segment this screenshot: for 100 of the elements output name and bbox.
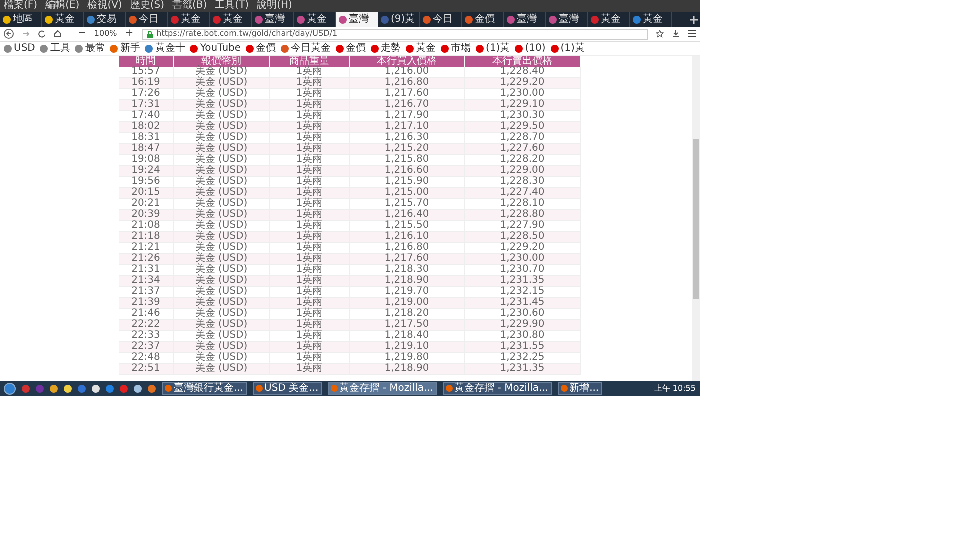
menu-item[interactable]: 編輯(E) xyxy=(46,0,80,12)
table-cell: 1,218.30 xyxy=(350,265,465,275)
table-cell: 美金 (USD) xyxy=(174,210,270,220)
table-cell: 美金 (USD) xyxy=(174,177,270,187)
bookmark-item[interactable]: 走勢 xyxy=(371,42,402,55)
browser-tab[interactable]: 臺灣 xyxy=(336,12,378,27)
home-icon[interactable] xyxy=(54,30,62,38)
table-cell: 1,217.10 xyxy=(350,122,465,132)
table-cell: 1英兩 xyxy=(270,177,350,187)
menu-icon[interactable] xyxy=(688,30,696,38)
table-cell: 1,230.00 xyxy=(465,254,581,264)
bookmark-item[interactable]: 新手 xyxy=(110,42,140,55)
table-cell: 1英兩 xyxy=(270,210,350,220)
bookmark-item[interactable]: 工具 xyxy=(40,42,70,55)
table-cell: 1,218.90 xyxy=(350,364,465,374)
table-cell: 1,216.80 xyxy=(350,243,465,253)
table-cell: 美金 (USD) xyxy=(174,320,270,330)
zoom-out-button[interactable]: − xyxy=(78,28,86,40)
table-cell: 1英兩 xyxy=(270,331,350,341)
zoom-in-button[interactable]: + xyxy=(125,28,134,40)
back-icon[interactable] xyxy=(4,29,14,39)
table-cell: 21:37 xyxy=(119,287,174,297)
tab-title: 黃金 xyxy=(643,14,663,26)
table-cell: 美金 (USD) xyxy=(174,199,270,209)
table-cell: 美金 (USD) xyxy=(174,188,270,198)
menu-item[interactable]: 工具(T) xyxy=(215,0,250,12)
bookmark-star-icon[interactable] xyxy=(656,30,664,38)
bookmark-item[interactable]: (1)黃 xyxy=(550,42,585,55)
table-cell: 1,217.60 xyxy=(350,254,465,264)
table-cell: 1,230.00 xyxy=(465,89,581,99)
tab-title: 黃金 xyxy=(307,14,327,26)
table-cell: 1,229.50 xyxy=(465,122,581,132)
bookmark-item[interactable]: 黃金十 xyxy=(145,42,186,55)
table-cell: 1,227.90 xyxy=(465,221,581,231)
bookmark-item[interactable]: 今日黃金 xyxy=(281,42,332,55)
table-cell: 1,228.10 xyxy=(465,199,581,209)
table-cell: 美金 (USD) xyxy=(174,342,270,352)
bookmark-item[interactable]: 金價 xyxy=(246,42,276,55)
table-cell: 22:37 xyxy=(119,342,174,352)
table-cell: 1,228.30 xyxy=(465,177,581,187)
table-cell: 18:47 xyxy=(119,144,174,154)
table-cell: 1,232.15 xyxy=(465,287,581,297)
table-cell: 美金 (USD) xyxy=(174,144,270,154)
table-cell: 1,219.10 xyxy=(350,342,465,352)
table-cell: 美金 (USD) xyxy=(174,155,270,165)
download-icon[interactable] xyxy=(672,30,680,38)
table-cell: 21:18 xyxy=(119,232,174,242)
bookmark-item[interactable]: 市場 xyxy=(441,42,472,55)
start-button[interactable] xyxy=(4,382,16,394)
table-cell: 1,228.20 xyxy=(465,155,581,165)
tab-title: 金價 xyxy=(475,14,495,26)
bookmark-item[interactable]: (10) xyxy=(515,42,546,55)
bookmark-item[interactable]: 黃金 xyxy=(406,42,436,55)
table-cell: 19:08 xyxy=(119,155,174,165)
table-cell: 1英兩 xyxy=(270,122,350,132)
bookmark-item[interactable]: YouTube xyxy=(190,42,242,55)
taskbar-window-button[interactable]: 新增... xyxy=(558,382,602,395)
table-cell: 1,229.20 xyxy=(465,243,581,253)
tab-title: 黃金 xyxy=(601,14,621,26)
table-cell: 1英兩 xyxy=(270,298,350,308)
table-cell: 美金 (USD) xyxy=(174,78,270,88)
table-cell: 1英兩 xyxy=(270,276,350,286)
table-cell: 1,215.90 xyxy=(350,177,465,187)
table-cell: 美金 (USD) xyxy=(174,166,270,176)
menu-item[interactable]: 檢視(V) xyxy=(88,0,122,12)
table-cell: 美金 (USD) xyxy=(174,353,270,363)
table-cell: 21:26 xyxy=(119,254,174,264)
table-cell: 美金 (USD) xyxy=(174,221,270,231)
taskbar-window-button[interactable]: 黃金存摺 - Mozilla... xyxy=(328,382,437,395)
table-cell: 美金 (USD) xyxy=(174,111,270,121)
reload-icon[interactable] xyxy=(38,30,46,38)
taskbar-window-button[interactable]: 臺灣銀行黃金... xyxy=(162,382,247,395)
table-cell: 22:51 xyxy=(119,364,174,374)
table-cell: 美金 (USD) xyxy=(174,122,270,132)
menu-item[interactable]: 歷史(S) xyxy=(130,0,164,12)
table-cell: 1,229.10 xyxy=(465,100,581,110)
bookmark-item[interactable]: USD xyxy=(4,42,36,55)
table-cell: 1,217.50 xyxy=(350,320,465,330)
table-cell: 1,232.25 xyxy=(465,353,581,363)
table-cell: 1,218.40 xyxy=(350,331,465,341)
table-cell: 16:19 xyxy=(119,78,174,88)
table-cell: 1英兩 xyxy=(270,364,350,374)
menu-item[interactable]: 說明(H) xyxy=(257,0,292,12)
table-cell: 1,230.60 xyxy=(465,309,581,319)
bookmark-item[interactable]: 金價 xyxy=(336,42,366,55)
table-cell: 1,217.90 xyxy=(350,111,465,121)
bookmark-item[interactable]: 最常 xyxy=(75,42,106,55)
menu-item[interactable]: 書籤(B) xyxy=(172,0,208,12)
address-field[interactable]: https://rate.bot.com.tw/gold/chart/day/USD/1 xyxy=(142,28,648,40)
tab-title: 臺灣 xyxy=(559,14,579,26)
table-cell: 1英兩 xyxy=(270,155,350,165)
table-cell: 美金 (USD) xyxy=(174,364,270,374)
table-cell: 1英兩 xyxy=(270,342,350,352)
table-cell: 1,219.70 xyxy=(350,287,465,297)
taskbar-window-button[interactable]: 黃金存摺 - Mozilla... xyxy=(442,382,552,395)
table-cell: 19:56 xyxy=(119,177,174,187)
tab-title: 臺灣 xyxy=(349,14,369,26)
taskbar-window-button[interactable]: USD 美金... xyxy=(252,382,322,395)
bookmark-item[interactable]: (1)黃 xyxy=(476,42,510,55)
table-cell: 17:40 xyxy=(119,111,174,121)
